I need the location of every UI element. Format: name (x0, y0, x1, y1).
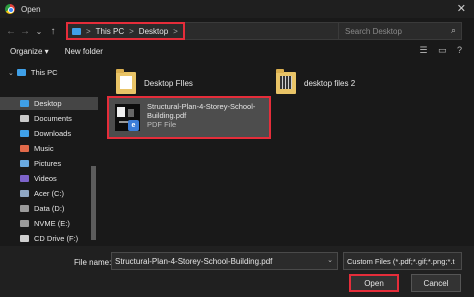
folder-icon (116, 69, 136, 94)
sidebar-item[interactable]: Music (0, 142, 98, 155)
preview-pane-icon[interactable]: ▭ (438, 45, 447, 55)
breadcrumb-separator-icon: > (129, 26, 134, 36)
desktop-icon (20, 100, 29, 107)
file-name-value: Structural-Plan-4-Storey-School-Building… (115, 256, 273, 266)
breadcrumb-separator-icon: > (173, 26, 178, 36)
sidebar-item-label: Music (34, 144, 54, 153)
sidebar-item-label: Pictures (34, 159, 62, 168)
search-input[interactable]: Search Desktop ⌕ (338, 22, 462, 40)
pc-icon (72, 27, 81, 35)
breadcrumb-separator-icon: > (86, 26, 91, 36)
cd-drive-icon (20, 235, 29, 242)
sidebar-item[interactable]: Acer (C:) (0, 187, 98, 200)
sidebar-scroll-thumb[interactable] (91, 166, 96, 240)
sidebar-item-label: Data (D:) (34, 204, 65, 213)
close-button[interactable]: ✕ (457, 2, 466, 15)
recent-locations-chevron-icon[interactable]: ⌄ (32, 27, 46, 36)
navigation-pane: ⌄ This PC Desktop Documents Downloads Music Pi… (0, 60, 98, 246)
file-name-label: File name: (74, 258, 112, 267)
folder-name: desktop files 2 (304, 78, 356, 88)
folder-item[interactable]: Desktop FIles (116, 69, 193, 94)
sidebar-item-label: This PC (30, 68, 58, 77)
music-icon (20, 145, 29, 152)
organize-button[interactable]: Organize ▾ (10, 47, 49, 56)
sidebar-item-label: CD Drive (F:) (34, 234, 79, 243)
documents-icon (20, 115, 29, 122)
breadcrumb-this-pc[interactable]: This PC (96, 27, 124, 36)
file-type-select[interactable]: Custom Files (*.pdf;*.gif;*.png;*.t (343, 252, 462, 270)
open-button[interactable]: Open (349, 274, 399, 292)
chevron-down-icon[interactable]: ⌄ (327, 256, 333, 264)
selected-file-type: PDF File (147, 120, 177, 129)
file-name-field[interactable]: Structural-Plan-4-Storey-School-Building… (111, 252, 338, 270)
sidebar-item[interactable]: Data (D:) (0, 202, 98, 215)
folder-icon (276, 69, 296, 94)
help-icon[interactable]: ? (457, 45, 462, 55)
sidebar-item[interactable]: Downloads (0, 127, 98, 140)
cancel-button[interactable]: Cancel (411, 274, 461, 292)
forward-icon[interactable]: → (18, 26, 32, 37)
toolbar: Organize ▾ New folder ☰ ▭ ? (0, 43, 474, 59)
videos-icon (20, 175, 29, 182)
sidebar-item[interactable]: Desktop (0, 97, 98, 110)
sidebar-item[interactable]: CD Drive (F:) (0, 232, 98, 245)
chevron-down-icon[interactable]: ⌄ (8, 69, 14, 77)
drive-icon (20, 205, 29, 212)
sidebar-item[interactable]: Documents (0, 112, 98, 125)
chrome-icon (5, 4, 15, 14)
up-icon[interactable]: ↑ (46, 26, 60, 37)
sidebar-item-label: Desktop (34, 99, 62, 108)
sidebar-item-label: Documents (34, 114, 72, 123)
sidebar-item-label: Downloads (34, 129, 72, 138)
pc-icon (16, 69, 26, 76)
selected-file-item[interactable]: e Structural-Plan-4-Storey-School-Buildi… (107, 96, 271, 139)
selected-file-name: Structural-Plan-4-Storey-School-Building… (147, 102, 256, 120)
new-folder-button[interactable]: New folder (65, 47, 103, 56)
pictures-icon (20, 160, 29, 167)
breadcrumb-desktop[interactable]: Desktop (139, 27, 168, 36)
search-placeholder: Search Desktop (345, 26, 402, 36)
folder-name: Desktop FIles (144, 78, 193, 88)
sidebar-item[interactable]: ⌄ This PC (0, 66, 98, 79)
sidebar-item-label: Videos (34, 174, 57, 183)
sidebar-item-label: Acer (C:) (34, 189, 64, 198)
breadcrumb: > This PC > Desktop > (66, 22, 185, 40)
drive-icon (20, 220, 29, 227)
drive-icon (20, 190, 29, 197)
search-icon[interactable]: ⌕ (451, 25, 456, 36)
folder-item[interactable]: desktop files 2 (276, 69, 356, 94)
view-options: ☰ ▭ ? (411, 45, 462, 56)
sidebar-item[interactable]: NVME (E:) (0, 217, 98, 230)
view-menu-icon[interactable]: ☰ (419, 45, 427, 55)
sidebar-item[interactable]: Videos (0, 172, 98, 185)
window-title: Open (21, 4, 41, 14)
back-icon[interactable]: ← (4, 26, 18, 37)
dialog-footer: File name: Structural-Plan-4-Storey-Scho… (0, 246, 474, 297)
sidebar-item[interactable]: Pictures (0, 157, 98, 170)
file-list: Desktop FIles desktop files 2 e Structur… (99, 60, 474, 246)
downloads-icon (20, 130, 29, 137)
pdf-app-icon: e (128, 120, 139, 131)
file-type-value: Custom Files (*.pdf;*.gif;*.png;*.t (347, 256, 455, 266)
title-bar: Open ✕ (0, 0, 474, 18)
sidebar-scrollbar[interactable] (91, 64, 96, 244)
sidebar-item-label: NVME (E:) (34, 219, 70, 228)
